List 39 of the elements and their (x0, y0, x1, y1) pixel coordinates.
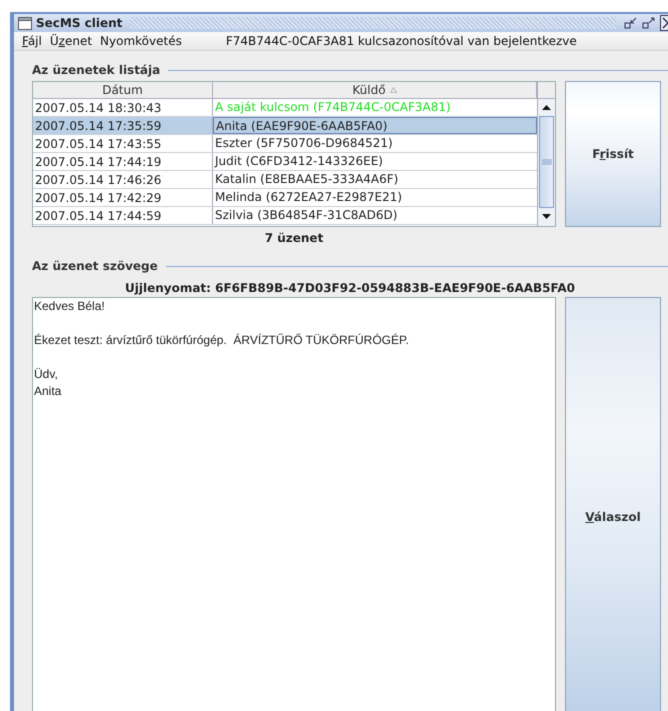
minimize-icon[interactable] (624, 16, 638, 30)
table-cell-text: Szilvia (3B64854F-31C8AD6D) (214, 207, 398, 224)
table-row[interactable]: 2007.05.14 17:44:19 Judit (C6FD3412-143326EE) (33, 153, 537, 171)
table-row[interactable]: 2007.05.14 17:44:59 Szilvia (3B64854F-31C8AD6D) (33, 207, 537, 225)
table-cell: 2007.05.14 18:30:43 (33, 99, 213, 116)
section-title: Az üzenetek listája (32, 62, 160, 79)
window-title: SecMS client (36, 15, 122, 32)
column-header[interactable]: Dátum (33, 82, 213, 98)
login-status: F74B744C-0CAF3A81 kulcsazonosítóval van bejelentkezve (226, 33, 577, 50)
table-cell-text: Katalin (E8EBAAE5-333A4A6F) (214, 171, 400, 188)
refresh-button[interactable]: Frissít (565, 81, 661, 227)
table-row[interactable]: 2007.05.14 18:30:43 A saját kulcsom (F74B744C-0CAF3A81) (33, 99, 537, 117)
reply-button[interactable]: Válaszol (565, 297, 661, 711)
table-cell: 2007.05.14 17:44:59 (33, 207, 213, 224)
window-icon (18, 16, 32, 30)
section-title: Az üzenet szövege (32, 258, 158, 275)
menu-item[interactable]: Fájl (18, 32, 46, 50)
table-cell: Anita (EAE9F90E-6AAB5FA0) (213, 117, 537, 134)
message-text[interactable]: Kedves Béla! Ékezet teszt: árvíztűrő tükörfúrógép. ÁRVÍZTŰRŐ TÜKÖRFÚRÓGÉP. Üdv, Anita (32, 297, 556, 711)
fingerprint: Ujjlenyomat: 6F6FB89B-47D03F92-0594883B-EAE9F90E-6AAB5FA0 (124, 280, 575, 297)
table-cell-text: Eszter (5F750706-D9684521) (214, 135, 394, 152)
maximize-icon[interactable] (642, 16, 656, 30)
scroll-thumb[interactable] (539, 116, 554, 208)
scrollbar[interactable] (537, 82, 555, 226)
table-cell: 2007.05.14 17:44:19 (33, 153, 213, 170)
table-cell-text: A saját kulcsom (F74B744C-0CAF3A81) (214, 99, 452, 116)
table-cell: 2007.05.14 17:35:59 (33, 117, 213, 134)
menu-item[interactable]: Üzenet (46, 32, 96, 50)
table-cell: 2007.05.14 17:43:55 (33, 135, 213, 152)
table-row[interactable]: 2007.05.14 17:43:55 Eszter (5F750706-D9684521) (33, 135, 537, 153)
table-row[interactable]: 2007.05.14 17:42:29 Melinda (6272EA27-E2987E21) (33, 189, 537, 207)
table-row[interactable]: 2007.05.14 17:35:59 Anita (EAE9F90E-6AAB5FA0) (33, 117, 537, 135)
table-cell-text: Melinda (6272EA27-E2987E21) (214, 189, 404, 206)
table-cell: 2007.05.14 17:42:29 (33, 189, 213, 206)
menu-item[interactable]: Nyomkövetés (96, 32, 186, 50)
table-cell-text: Judit (C6FD3412-143326EE) (213, 153, 384, 170)
table-row[interactable]: 2007.05.14 17:46:26 Katalin (E8EBAAE5-333A4A6F) (33, 171, 537, 189)
table-cell: 2007.05.14 17:46:26 (33, 171, 213, 188)
message-count: 7 üzenet (264, 230, 324, 247)
